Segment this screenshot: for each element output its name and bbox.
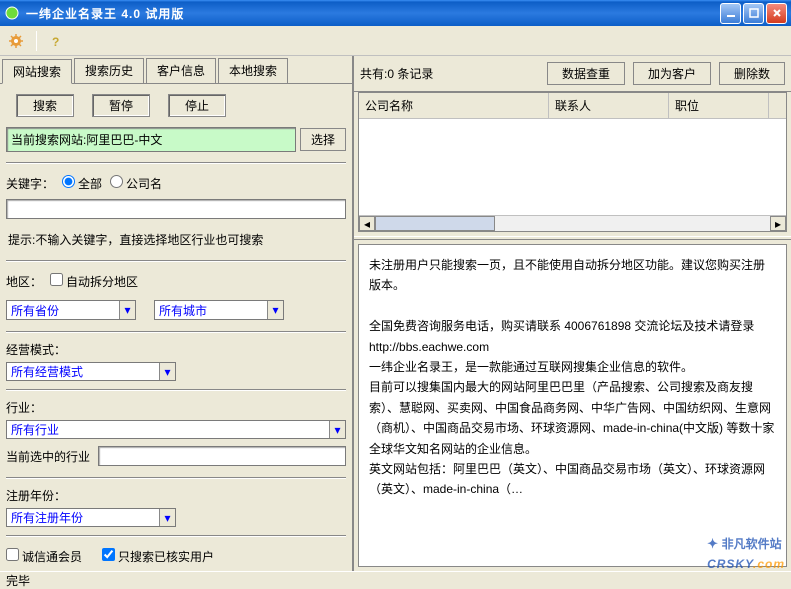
keyword-label: 关键字： xyxy=(6,175,54,192)
province-dropdown[interactable]: 所有省份 ▾ xyxy=(6,300,136,320)
current-industry-row: 当前选中的行业 xyxy=(6,443,346,469)
col-contact[interactable]: 联系人 xyxy=(549,93,669,118)
window-controls xyxy=(720,3,787,24)
svg-text:?: ? xyxy=(52,35,59,49)
chevron-down-icon: ▾ xyxy=(159,509,175,526)
separator xyxy=(6,162,346,164)
workarea: 网站搜索 搜索历史 客户信息 本地搜索 搜索 暂停 停止 当前搜索网站:阿里巴巴… xyxy=(0,56,791,571)
scroll-track[interactable] xyxy=(375,216,770,231)
separator xyxy=(6,389,346,391)
region-dropdowns: 所有省份 ▾ 所有城市 ▾ xyxy=(6,297,346,323)
horizontal-splitter[interactable] xyxy=(354,236,791,240)
tab-customer-info[interactable]: 客户信息 xyxy=(146,58,216,83)
search-button[interactable]: 搜索 xyxy=(16,94,74,117)
grid-header: 公司名称 联系人 职位 xyxy=(359,93,786,119)
app-title: 一纬企业名录王 4.0 试用版 xyxy=(26,5,184,22)
keyword-opt-all[interactable]: 全部 xyxy=(62,175,102,192)
keyword-input[interactable] xyxy=(6,199,346,219)
hint-text: 提示:不输入关键字，直接选择地区行业也可搜索 xyxy=(6,227,346,252)
scroll-right-button[interactable]: ▸ xyxy=(770,216,786,231)
left-panel: 网站搜索 搜索历史 客户信息 本地搜索 搜索 暂停 停止 当前搜索网站:阿里巴巴… xyxy=(0,56,354,571)
separator xyxy=(6,331,346,333)
current-industry-label: 当前选中的行业 xyxy=(6,448,90,465)
help-icon[interactable]: ? xyxy=(47,31,67,51)
tab-web-search[interactable]: 网站搜索 xyxy=(2,59,72,84)
info-text: 未注册用户只能搜索一页，且不能使用自动拆分地区功能。建议您购买注册版本。 全国免… xyxy=(369,255,776,500)
select-site-button[interactable]: 选择 xyxy=(300,128,346,151)
regyear-dropdown[interactable]: 所有注册年份 ▾ xyxy=(6,508,176,527)
industry-dropdown[interactable]: 所有行业 ▾ xyxy=(6,420,346,439)
separator xyxy=(6,535,346,537)
keyword-opt-company[interactable]: 公司名 xyxy=(110,175,162,192)
member-row: 诚信通会员 只搜索已核实用户 xyxy=(6,545,346,568)
region-label: 地区： xyxy=(6,273,42,290)
statusbar: 完毕 xyxy=(0,571,791,589)
separator xyxy=(6,477,346,479)
verified-checkbox[interactable]: 只搜索已核实用户 xyxy=(102,548,214,565)
maximize-button[interactable] xyxy=(743,3,764,24)
add-customer-button[interactable]: 加为客户 xyxy=(633,62,711,85)
tab-search-history[interactable]: 搜索历史 xyxy=(74,58,144,83)
minimize-button[interactable] xyxy=(720,3,741,24)
right-panel: 共有:0 条记录 数据查重 加为客户 删除数 公司名称 联系人 职位 ◂ ▸ 未… xyxy=(354,56,791,571)
search-area: 搜索 暂停 停止 当前搜索网站:阿里巴巴-中文 选择 关键字： 全部 公司名 提… xyxy=(0,84,352,571)
bizmode-label: 经营模式： xyxy=(6,341,346,358)
titlebar: 一纬企业名录王 4.0 试用版 xyxy=(0,0,791,26)
regyear-label: 注册年份： xyxy=(6,487,346,504)
toolbar-separator xyxy=(36,31,37,51)
grid-body[interactable] xyxy=(359,119,786,219)
current-site-row: 当前搜索网站:阿里巴巴-中文 选择 xyxy=(6,125,346,154)
status-text: 完毕 xyxy=(6,572,30,589)
pause-button[interactable]: 暂停 xyxy=(92,94,150,117)
horizontal-scrollbar: ◂ ▸ xyxy=(359,215,786,231)
results-grid: 公司名称 联系人 职位 ◂ ▸ xyxy=(358,92,787,232)
chevron-down-icon: ▾ xyxy=(267,301,283,319)
chevron-down-icon: ▾ xyxy=(329,421,345,438)
region-row: 地区： 自动拆分地区 xyxy=(6,270,346,293)
tabstrip: 网站搜索 搜索历史 客户信息 本地搜索 xyxy=(0,56,352,84)
scroll-left-button[interactable]: ◂ xyxy=(359,216,375,231)
info-pane: 未注册用户只能搜索一页，且不能使用自动拆分地区功能。建议您购买注册版本。 全国免… xyxy=(358,244,787,567)
col-position[interactable]: 职位 xyxy=(669,93,769,118)
auto-split-checkbox[interactable]: 自动拆分地区 xyxy=(50,273,138,290)
chevron-down-icon: ▾ xyxy=(119,301,135,319)
scroll-thumb[interactable] xyxy=(375,216,495,231)
keyword-row: 关键字： 全部 公司名 xyxy=(6,172,346,195)
stop-button[interactable]: 停止 xyxy=(168,94,226,117)
current-site-display: 当前搜索网站:阿里巴巴-中文 xyxy=(6,127,296,152)
close-button[interactable] xyxy=(766,3,787,24)
separator xyxy=(6,260,346,262)
chevron-down-icon: ▾ xyxy=(159,363,175,380)
settings-icon[interactable] xyxy=(6,31,26,51)
current-industry-input[interactable] xyxy=(98,446,346,466)
city-dropdown[interactable]: 所有城市 ▾ xyxy=(154,300,284,320)
right-toolbar: 共有:0 条记录 数据查重 加为客户 删除数 xyxy=(354,56,791,92)
app-icon xyxy=(4,5,20,21)
dedupe-button[interactable]: 数据查重 xyxy=(547,62,625,85)
bizmode-dropdown[interactable]: 所有经营模式 ▾ xyxy=(6,362,176,381)
chengxin-checkbox[interactable]: 诚信通会员 xyxy=(6,548,82,565)
delete-button[interactable]: 删除数 xyxy=(719,62,785,85)
record-count: 共有:0 条记录 xyxy=(360,65,539,82)
industry-label: 行业： xyxy=(6,399,346,416)
col-company[interactable]: 公司名称 xyxy=(359,93,549,118)
search-button-row: 搜索 暂停 停止 xyxy=(6,90,346,121)
tab-local-search[interactable]: 本地搜索 xyxy=(218,58,288,83)
toolbar: ? xyxy=(0,26,791,56)
